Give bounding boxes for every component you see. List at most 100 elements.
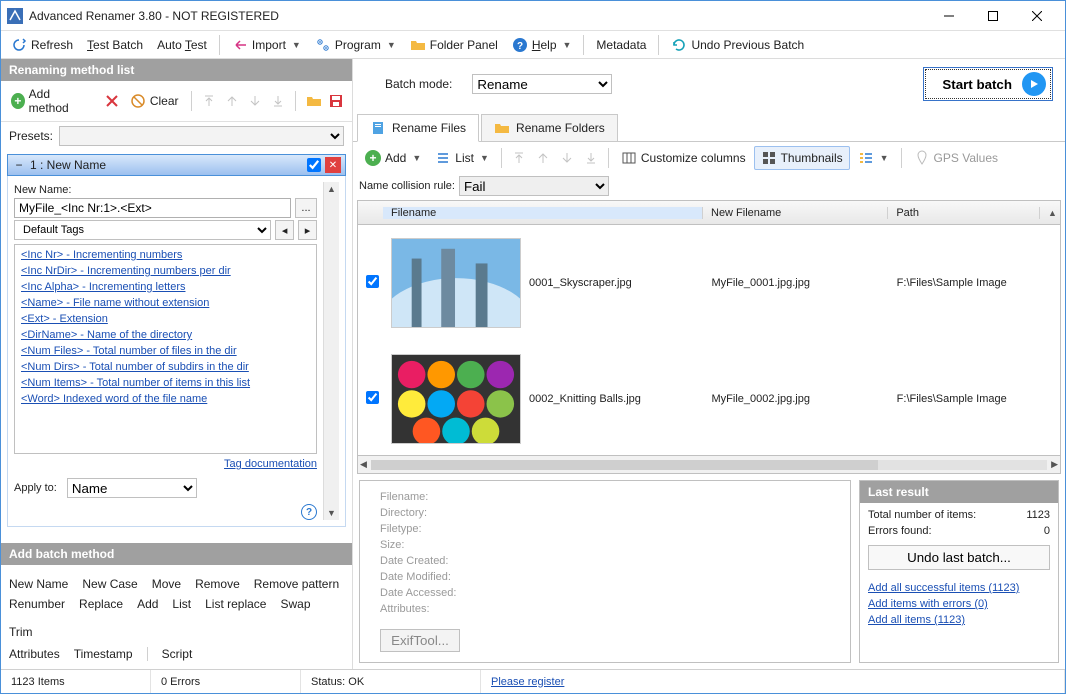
refresh-button[interactable]: Refresh [5,34,79,56]
method-link[interactable]: Timestamp [74,647,133,661]
pattern-input[interactable] [14,198,291,218]
pattern-browse-button[interactable]: ... [295,198,317,218]
file-icon [370,120,386,136]
arrow-up-icon [224,93,240,109]
collision-select[interactable]: Fail [459,176,609,196]
method-link[interactable]: Move [152,577,181,591]
caret-down-icon: ▼ [292,40,301,50]
method-link[interactable]: Script [162,647,193,661]
tags-next-button[interactable]: ▸ [298,220,317,240]
tab-rename-files[interactable]: Rename Files [357,114,479,142]
undo-batch-button[interactable]: Undo Previous Batch [665,34,810,56]
batch-mode-select[interactable]: Rename [472,74,612,94]
tag-link[interactable]: <Ext> - Extension [21,311,310,327]
test-batch-button[interactable]: Test Batch [81,35,149,55]
maximize-button[interactable] [971,2,1015,30]
auto-test-button[interactable]: Auto Test [151,35,213,55]
caret-down-icon: ▼ [387,40,396,50]
close-button[interactable] [1015,2,1059,30]
column-path[interactable]: Path [888,207,1040,219]
tag-link[interactable]: <Inc NrDir> - Incrementing numbers per d… [21,263,310,279]
tag-link[interactable]: <Num Files> - Total number of files in t… [21,343,310,359]
add-all-link[interactable]: Add all items (1123) [868,614,1050,626]
tags-prev-button[interactable]: ◂ [275,220,294,240]
row-checkbox[interactable] [366,275,379,288]
apply-to-select[interactable]: Name [67,478,197,498]
clear-button[interactable]: Clear [126,91,183,111]
arrow-down-icon [247,93,263,109]
column-filename[interactable]: Filename [383,207,703,219]
program-button[interactable]: Program▼ [309,34,402,56]
file-info-card: Filename: Directory: Filetype: Size: Dat… [359,480,851,663]
tag-link[interactable]: <DirName> - Name of the directory [21,327,310,343]
table-row[interactable]: 0002_Knitting Balls.jpg MyFile_0002.jpg.… [358,341,1060,455]
method-link[interactable]: Swap [280,597,310,611]
tag-documentation-link[interactable]: Tag documentation [14,458,317,470]
help-label: Help [532,38,557,52]
method-delete-button[interactable]: ✕ [325,157,341,173]
method-link[interactable]: Remove pattern [254,577,339,591]
column-newfilename[interactable]: New Filename [703,207,888,219]
list-button[interactable]: List▼ [429,147,495,169]
method-link[interactable]: Renumber [9,597,65,611]
add-successful-link[interactable]: Add all successful items (1123) [868,582,1050,594]
vscroll-up[interactable]: ▲ [1040,208,1060,218]
separator [583,35,584,55]
tag-link[interactable]: <Num Items> - Total number of items in t… [21,375,310,391]
move-up-button [222,90,241,112]
method-link[interactable]: New Name [9,577,68,591]
filename-cell: 0002_Knitting Balls.jpg [529,393,641,405]
mark-button[interactable]: ▼ [852,147,895,169]
open-preset-button[interactable] [304,90,323,112]
method-link[interactable]: List replace [205,597,266,611]
save-preset-button[interactable] [327,90,346,112]
presets-select[interactable] [59,126,344,146]
tag-link[interactable]: <Inc Nr> - Incrementing numbers [21,247,310,263]
method-help-icon[interactable]: ? [301,504,317,520]
minimize-button[interactable] [927,2,971,30]
folder-panel-button[interactable]: Folder Panel [404,34,504,56]
add-errors-link[interactable]: Add items with errors (0) [868,598,1050,610]
method-link[interactable]: Remove [195,577,240,591]
import-button[interactable]: Import▼ [226,34,307,56]
method-link[interactable]: Add [137,597,158,611]
register-link[interactable]: Please register [491,676,564,688]
title-bar: Advanced Renamer 3.80 - NOT REGISTERED [1,1,1065,31]
customize-columns-button[interactable]: Customize columns [615,147,752,169]
info-label: Date Accessed: [380,587,830,599]
tag-link[interactable]: <Name> - File name without extension [21,295,310,311]
gps-values-button[interactable]: GPS Values [908,147,1004,169]
method-link[interactable]: New Case [82,577,137,591]
tab-rename-folders[interactable]: Rename Folders [481,114,618,142]
method-link[interactable]: Attributes [9,647,60,661]
row-checkbox[interactable] [366,391,379,404]
move-top-button [199,90,218,112]
help-button[interactable]: ?Help▼ [506,34,578,56]
tag-link[interactable]: <Num Dirs> - Total number of subdirs in … [21,359,310,375]
tags-list[interactable]: <Inc Nr> - Incrementing numbers <Inc NrD… [14,244,317,454]
method-link[interactable]: List [172,597,191,611]
info-label: Attributes: [380,603,830,615]
presets-row: Presets: [1,122,352,150]
add-method-button[interactable]: +Add method [7,85,88,117]
method-link[interactable]: Trim [9,625,33,639]
table-row[interactable]: 0001_Skyscraper.jpg MyFile_0001.jpg.jpg … [358,225,1060,341]
collapse-icon[interactable]: − [12,158,26,172]
method-header[interactable]: − 1 : New Name ✕ [7,154,346,176]
undo-last-batch-button[interactable]: Undo last batch... [868,545,1050,570]
metadata-button[interactable]: Metadata [590,35,652,55]
remove-method-button[interactable] [103,90,122,112]
result-errors-label: Errors found: [868,525,932,537]
method-link[interactable]: Replace [79,597,123,611]
start-batch-button[interactable]: Start batch [923,67,1053,101]
tag-link[interactable]: <Word> Indexed word of the file name [21,391,310,407]
method-scrollbar[interactable]: ▲▼ [323,182,339,520]
list-icon [435,150,451,166]
add-files-button[interactable]: +Add▼ [359,147,427,169]
tag-link[interactable]: <Inc Alpha> - Incrementing letters [21,279,310,295]
method-enabled-checkbox[interactable] [307,158,321,172]
exiftool-button[interactable]: ExifTool... [380,629,460,652]
tags-category-select[interactable]: Default Tags [14,220,271,240]
thumbnails-button[interactable]: Thumbnails [754,146,850,170]
hscrollbar[interactable]: ◀▶ [358,455,1060,473]
